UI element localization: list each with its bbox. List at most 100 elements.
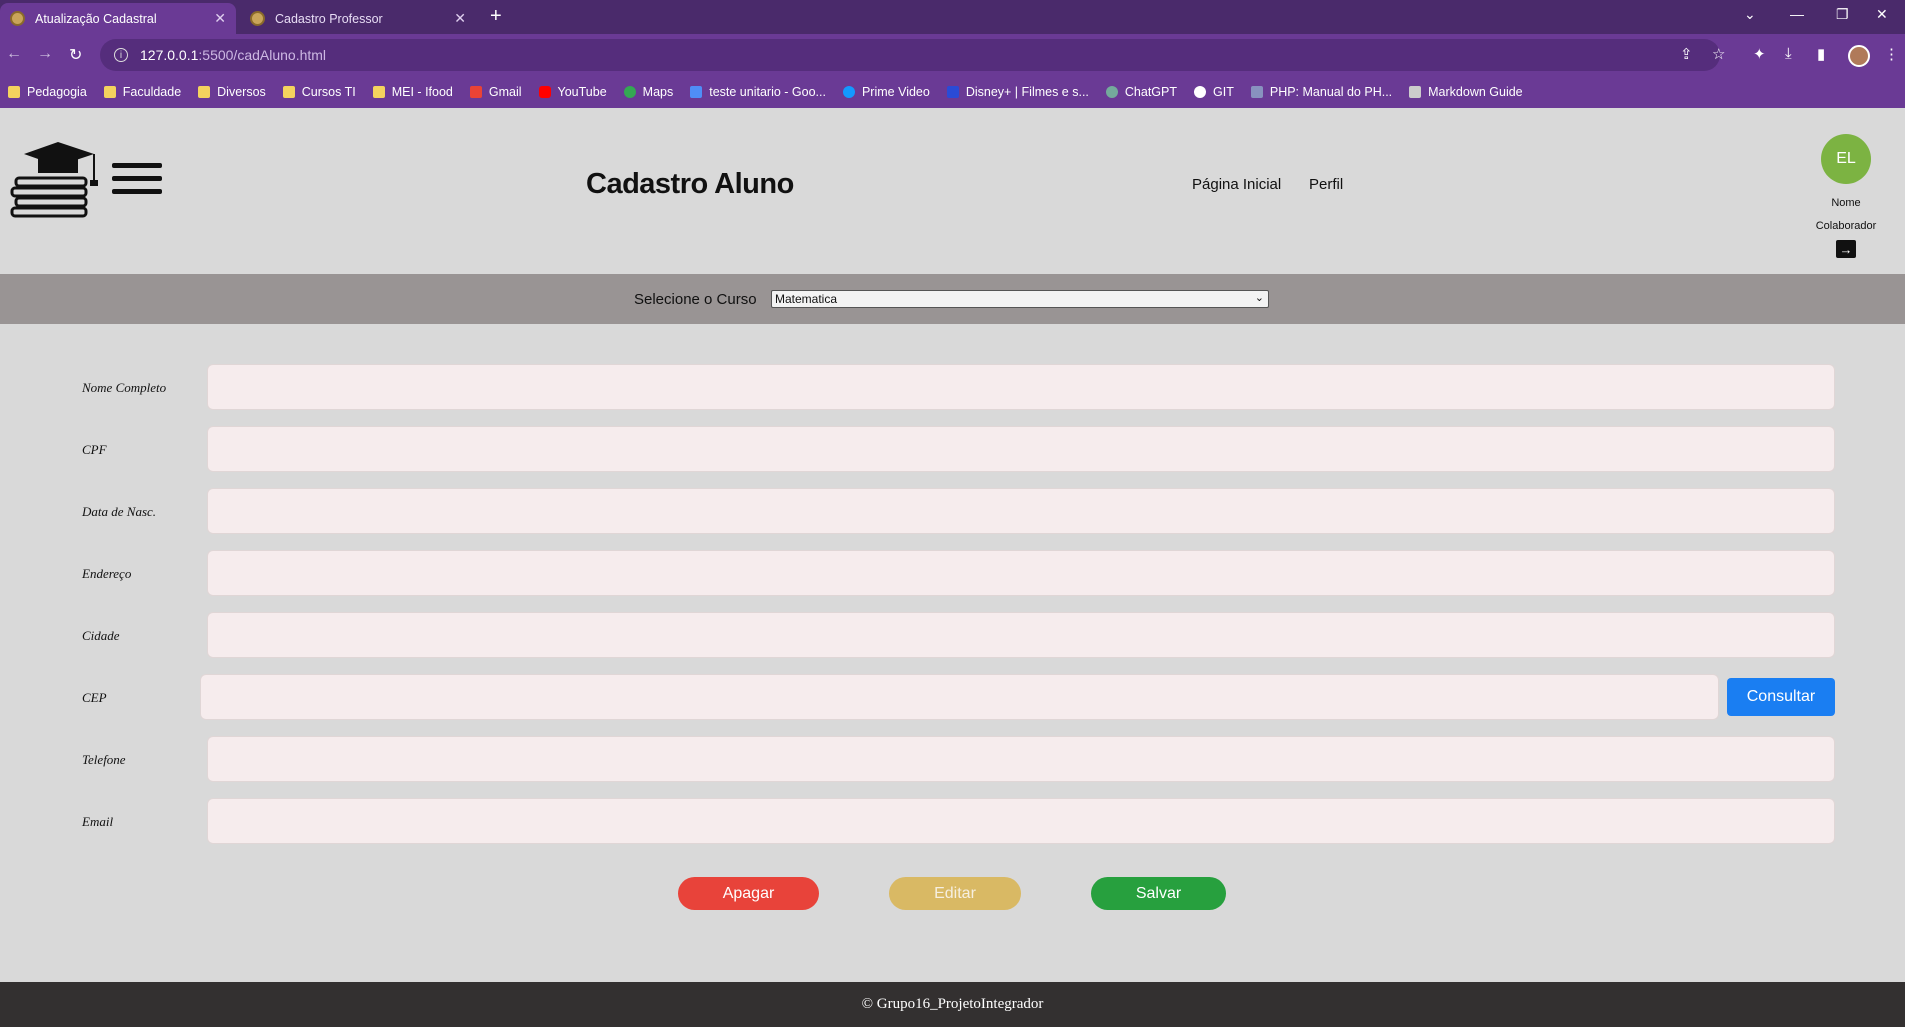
label-cep: CEP [82,690,107,705]
tab-title: Atualização Cadastral [35,11,157,26]
bookmark-item[interactable]: ChatGPT [1105,85,1178,99]
bookmark-label: Markdown Guide [1428,85,1523,99]
label-data-nasc: Data de Nasc. [82,504,157,519]
bookmark-item[interactable]: GIT [1194,85,1234,99]
bookmark-label: Faculdade [122,85,182,99]
reload-icon[interactable]: ↻ [69,45,82,65]
input-nome-completo[interactable] [207,364,1835,410]
tab-title: Cadastro Professor [275,11,383,26]
github-icon [1194,86,1207,98]
restore-icon[interactable]: ❐ [1836,6,1849,23]
salvar-button[interactable]: Salvar [1091,877,1226,910]
close-tab-icon[interactable]: ✕ [214,10,226,27]
folder-icon [282,86,295,98]
chevron-down-icon: ⌄ [1254,292,1264,304]
gmail-icon [469,86,482,98]
logout-icon[interactable]: → [1836,240,1856,258]
bookmark-label: Diversos [217,85,266,99]
close-window-icon[interactable]: ✕ [1876,6,1888,23]
bookmark-label: MEI - Ifood [391,85,453,99]
tab-search-icon[interactable]: ⌄ [1744,6,1756,23]
share-icon[interactable]: ⇪ [1680,45,1693,63]
favicon-icon [250,11,265,26]
course-selected-value: Matematica [775,292,838,306]
bookmark-item[interactable]: MEI - Ifood [372,85,453,99]
input-cpf[interactable] [207,426,1835,472]
bookmark-item[interactable]: Maps [623,85,673,99]
bookmark-label: ChatGPT [1124,85,1178,99]
markdown-icon [1409,86,1422,98]
bookmark-item[interactable]: Pedagogia [8,85,87,99]
minimize-icon[interactable]: — [1790,6,1804,22]
folder-icon [198,86,211,98]
maps-icon [623,86,636,98]
input-endereco[interactable] [207,550,1835,596]
site-info-icon[interactable]: i [114,48,128,62]
label-telefone: Telefone [82,752,126,767]
page-header: Cadastro Aluno Página Inicial Perfil EL … [0,108,1905,274]
bookmark-star-icon[interactable]: ☆ [1712,45,1725,63]
youtube-icon [538,86,551,98]
bookmark-label: YouTube [557,85,607,99]
bookmark-item[interactable]: YouTube [538,85,607,99]
folder-icon [8,86,20,98]
label-nome-completo: Nome Completo [82,380,167,395]
hamburger-menu-icon[interactable] [112,163,162,197]
close-tab-icon[interactable]: ✕ [454,10,466,27]
label-email: Email [82,814,114,829]
bookmark-item[interactable]: PHP: Manual do PH... [1250,85,1393,99]
input-telefone[interactable] [207,736,1835,782]
new-tab-icon[interactable]: + [490,5,502,28]
browser-toolbar: ← → ↻ i 127.0.0.1:5500/cadAluno.html ⇪ ☆… [0,34,1905,76]
graduation-books-logo-icon[interactable] [10,142,102,222]
bookmark-label: teste unitario - Goo... [709,85,826,99]
nav-perfil[interactable]: Perfil [1309,176,1343,193]
bookmarks-bar: Pedagogia Faculdade Diversos Cursos TI M… [0,76,1905,108]
apagar-button[interactable]: Apagar [678,877,819,910]
nav-pagina-inicial[interactable]: Página Inicial [1192,176,1281,193]
input-data-nasc[interactable] [207,488,1835,534]
favicon-icon [10,11,25,26]
label-cpf: CPF [82,442,107,457]
bookmark-label: PHP: Manual do PH... [1269,85,1393,99]
bookmark-label: Cursos TI [301,85,356,99]
page-title: Cadastro Aluno [586,168,794,200]
course-select[interactable]: Matematica ⌄ [771,290,1269,308]
forward-icon[interactable]: → [37,45,53,63]
tab-atualizacao-cadastral[interactable]: Atualização Cadastral ✕ [0,3,236,34]
bookmark-label: Disney+ | Filmes e s... [965,85,1089,99]
label-endereco: Endereço [82,566,132,581]
side-panel-icon[interactable]: ▮ [1817,45,1825,63]
user-name-line1: Nome [1831,197,1861,209]
menu-icon[interactable]: ⋮ [1884,45,1899,63]
input-cep[interactable] [200,674,1719,720]
input-email[interactable] [207,798,1835,844]
back-icon[interactable]: ← [6,45,22,63]
url-host: 127.0.0.1 [140,47,199,63]
tab-cadastro-professor[interactable]: Cadastro Professor ✕ [240,3,476,34]
user-name-line2: Colaborador [1815,220,1877,232]
footer: © Grupo16_ProjetoIntegrador [0,982,1905,1027]
profile-avatar-icon[interactable] [1848,45,1870,67]
consultar-button[interactable]: Consultar [1727,678,1835,716]
bookmark-item[interactable]: teste unitario - Goo... [690,85,826,99]
course-selector-bar: Selecione o Curso Matematica ⌄ [0,274,1905,324]
bookmark-label: Prime Video [861,85,930,99]
input-cidade[interactable] [207,612,1835,658]
bookmark-item[interactable]: Cursos TI [282,85,356,99]
bookmark-label: Gmail [488,85,522,99]
bookmark-item[interactable]: Prime Video [842,85,930,99]
downloads-icon[interactable]: ⤓ [1785,45,1792,62]
bookmark-item[interactable]: Markdown Guide [1409,85,1523,99]
bookmark-item[interactable]: Faculdade [103,85,182,99]
address-bar[interactable]: i 127.0.0.1:5500/cadAluno.html [100,39,1720,71]
bookmark-item[interactable]: Disney+ | Filmes e s... [946,85,1089,99]
php-icon [1250,86,1263,98]
bookmark-item[interactable]: Diversos [198,85,266,99]
user-avatar[interactable]: EL [1821,134,1871,184]
label-cidade: Cidade [82,628,120,643]
bookmark-item[interactable]: Gmail [469,85,522,99]
editar-button[interactable]: Editar [889,877,1021,910]
course-label: Selecione o Curso [634,291,757,308]
extensions-icon[interactable]: ✦ [1753,45,1766,63]
